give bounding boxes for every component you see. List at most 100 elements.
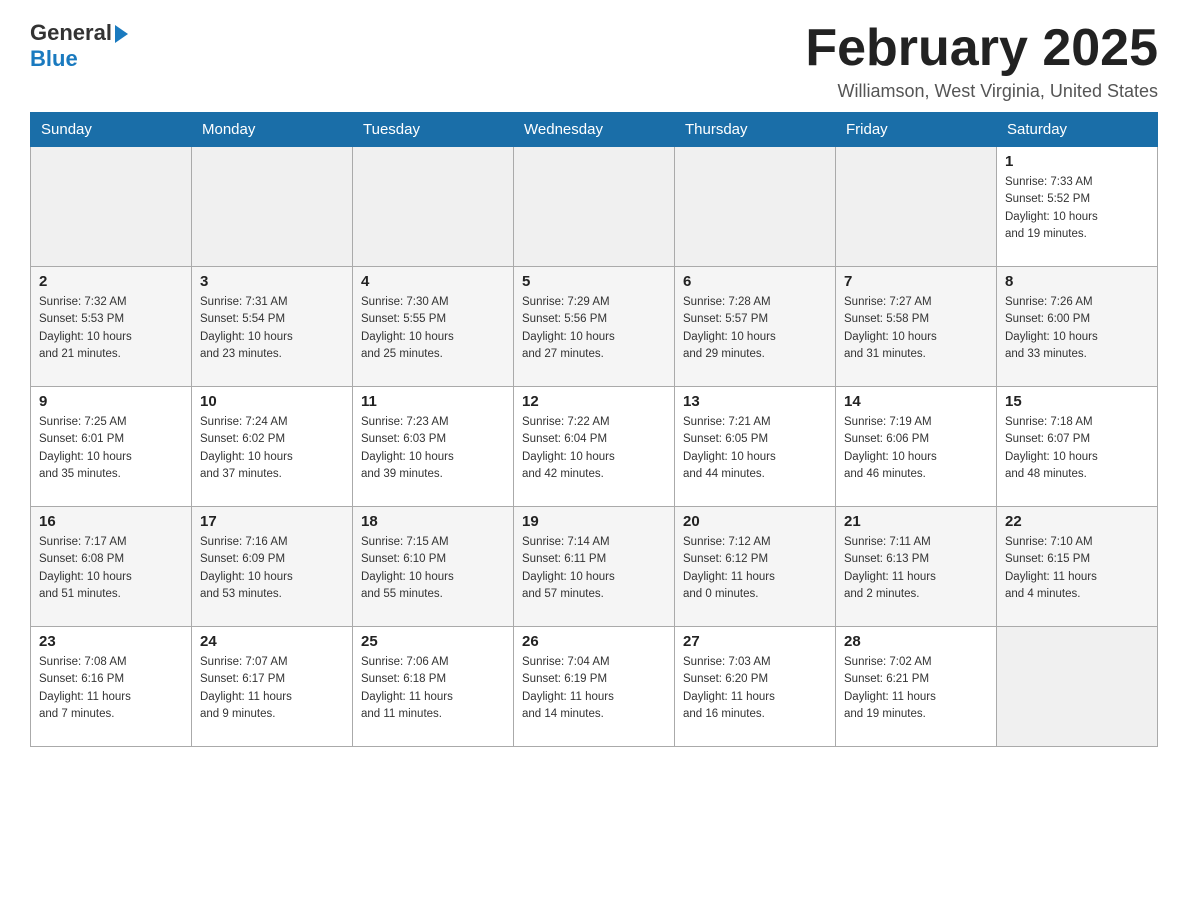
day-info: Sunrise: 7:33 AM Sunset: 5:52 PM Dayligh… bbox=[1005, 174, 1149, 243]
calendar-cell-w1d7: 1 Sunrise: 7:33 AM Sunset: 5:52 PM Daylig… bbox=[997, 147, 1158, 267]
day-info: Sunrise: 7:14 AM Sunset: 6:11 PM Dayligh… bbox=[522, 534, 666, 603]
calendar-cell-w1d2 bbox=[192, 147, 353, 267]
day-number: 6 bbox=[683, 273, 827, 290]
page-header: General Blue February 2025 Williamson, W… bbox=[30, 20, 1158, 102]
day-info: Sunrise: 7:29 AM Sunset: 5:56 PM Dayligh… bbox=[522, 294, 666, 363]
day-number: 7 bbox=[844, 273, 988, 290]
calendar-cell-w5d7 bbox=[997, 627, 1158, 747]
calendar-cell-w5d1: 23 Sunrise: 7:08 AM Sunset: 6:16 PM Dayli… bbox=[31, 627, 192, 747]
day-info: Sunrise: 7:28 AM Sunset: 5:57 PM Dayligh… bbox=[683, 294, 827, 363]
calendar-week-3: 9Sunrise: 7:25 AM Sunset: 6:01 PM Daylig… bbox=[31, 387, 1158, 507]
calendar-cell-w3d2: 10 Sunrise: 7:24 AM Sunset: 6:02 PM Dayli… bbox=[192, 387, 353, 507]
col-tuesday: Tuesday bbox=[353, 113, 514, 147]
calendar-cell-w4d7: 22 Sunrise: 7:10 AM Sunset: 6:15 PM Dayli… bbox=[997, 507, 1158, 627]
calendar-week-5: 23 Sunrise: 7:08 AM Sunset: 6:16 PM Dayli… bbox=[31, 627, 1158, 747]
day-number: 8 bbox=[1005, 273, 1149, 290]
calendar-cell-w1d5 bbox=[675, 147, 836, 267]
day-number: 23 bbox=[39, 633, 183, 650]
calendar-cell-w1d1 bbox=[31, 147, 192, 267]
day-info: Sunrise: 7:10 AM Sunset: 6:15 PM Dayligh… bbox=[1005, 534, 1149, 603]
calendar-week-2: 2 Sunrise: 7:32 AM Sunset: 5:53 PM Daylig… bbox=[31, 267, 1158, 387]
calendar-cell-w4d2: 17Sunrise: 7:16 AM Sunset: 6:09 PM Dayli… bbox=[192, 507, 353, 627]
calendar-cell-w1d3 bbox=[353, 147, 514, 267]
day-info: Sunrise: 7:32 AM Sunset: 5:53 PM Dayligh… bbox=[39, 294, 183, 363]
calendar-cell-w3d3: 11 Sunrise: 7:23 AM Sunset: 6:03 PM Dayli… bbox=[353, 387, 514, 507]
calendar-cell-w2d2: 3 Sunrise: 7:31 AM Sunset: 5:54 PM Daylig… bbox=[192, 267, 353, 387]
calendar-cell-w2d7: 8 Sunrise: 7:26 AM Sunset: 6:00 PM Daylig… bbox=[997, 267, 1158, 387]
day-info: Sunrise: 7:07 AM Sunset: 6:17 PM Dayligh… bbox=[200, 654, 344, 723]
month-title: February 2025 bbox=[805, 20, 1158, 77]
day-number: 16 bbox=[39, 513, 183, 530]
day-info: Sunrise: 7:22 AM Sunset: 6:04 PM Dayligh… bbox=[522, 414, 666, 483]
day-number: 25 bbox=[361, 633, 505, 650]
calendar-cell-w2d6: 7 Sunrise: 7:27 AM Sunset: 5:58 PM Daylig… bbox=[836, 267, 997, 387]
logo: General Blue bbox=[30, 20, 128, 73]
calendar-week-1: 1 Sunrise: 7:33 AM Sunset: 5:52 PM Daylig… bbox=[31, 147, 1158, 267]
day-number: 27 bbox=[683, 633, 827, 650]
day-number: 21 bbox=[844, 513, 988, 530]
day-info: Sunrise: 7:31 AM Sunset: 5:54 PM Dayligh… bbox=[200, 294, 344, 363]
calendar-header-row: Sunday Monday Tuesday Wednesday Thursday… bbox=[31, 113, 1158, 147]
day-info: Sunrise: 7:04 AM Sunset: 6:19 PM Dayligh… bbox=[522, 654, 666, 723]
calendar-cell-w2d4: 5 Sunrise: 7:29 AM Sunset: 5:56 PM Daylig… bbox=[514, 267, 675, 387]
day-number: 19 bbox=[522, 513, 666, 530]
day-number: 5 bbox=[522, 273, 666, 290]
day-number: 4 bbox=[361, 273, 505, 290]
calendar-cell-w4d4: 19 Sunrise: 7:14 AM Sunset: 6:11 PM Dayli… bbox=[514, 507, 675, 627]
calendar-cell-w4d3: 18Sunrise: 7:15 AM Sunset: 6:10 PM Dayli… bbox=[353, 507, 514, 627]
day-info: Sunrise: 7:18 AM Sunset: 6:07 PM Dayligh… bbox=[1005, 414, 1149, 483]
calendar-cell-w1d6 bbox=[836, 147, 997, 267]
calendar-cell-w5d6: 28 Sunrise: 7:02 AM Sunset: 6:21 PM Dayli… bbox=[836, 627, 997, 747]
calendar-cell-w1d4 bbox=[514, 147, 675, 267]
day-number: 11 bbox=[361, 393, 505, 410]
day-info: Sunrise: 7:30 AM Sunset: 5:55 PM Dayligh… bbox=[361, 294, 505, 363]
calendar-table: Sunday Monday Tuesday Wednesday Thursday… bbox=[30, 112, 1158, 747]
location: Williamson, West Virginia, United States bbox=[805, 81, 1158, 102]
day-number: 3 bbox=[200, 273, 344, 290]
day-info: Sunrise: 7:15 AM Sunset: 6:10 PM Dayligh… bbox=[361, 534, 505, 603]
calendar-cell-w3d6: 14Sunrise: 7:19 AM Sunset: 6:06 PM Dayli… bbox=[836, 387, 997, 507]
day-number: 15 bbox=[1005, 393, 1149, 410]
day-number: 20 bbox=[683, 513, 827, 530]
calendar-cell-w2d5: 6 Sunrise: 7:28 AM Sunset: 5:57 PM Daylig… bbox=[675, 267, 836, 387]
calendar-cell-w5d4: 26Sunrise: 7:04 AM Sunset: 6:19 PM Dayli… bbox=[514, 627, 675, 747]
calendar-cell-w2d1: 2 Sunrise: 7:32 AM Sunset: 5:53 PM Daylig… bbox=[31, 267, 192, 387]
calendar-cell-w5d2: 24 Sunrise: 7:07 AM Sunset: 6:17 PM Dayli… bbox=[192, 627, 353, 747]
day-info: Sunrise: 7:03 AM Sunset: 6:20 PM Dayligh… bbox=[683, 654, 827, 723]
day-info: Sunrise: 7:02 AM Sunset: 6:21 PM Dayligh… bbox=[844, 654, 988, 723]
calendar-cell-w4d1: 16 Sunrise: 7:17 AM Sunset: 6:08 PM Dayli… bbox=[31, 507, 192, 627]
day-info: Sunrise: 7:26 AM Sunset: 6:00 PM Dayligh… bbox=[1005, 294, 1149, 363]
day-number: 28 bbox=[844, 633, 988, 650]
col-thursday: Thursday bbox=[675, 113, 836, 147]
day-info: Sunrise: 7:23 AM Sunset: 6:03 PM Dayligh… bbox=[361, 414, 505, 483]
col-saturday: Saturday bbox=[997, 113, 1158, 147]
day-number: 10 bbox=[200, 393, 344, 410]
calendar-week-4: 16 Sunrise: 7:17 AM Sunset: 6:08 PM Dayli… bbox=[31, 507, 1158, 627]
day-info: Sunrise: 7:06 AM Sunset: 6:18 PM Dayligh… bbox=[361, 654, 505, 723]
day-number: 13 bbox=[683, 393, 827, 410]
day-number: 17 bbox=[200, 513, 344, 530]
day-info: Sunrise: 7:12 AM Sunset: 6:12 PM Dayligh… bbox=[683, 534, 827, 603]
col-wednesday: Wednesday bbox=[514, 113, 675, 147]
calendar-cell-w5d3: 25 Sunrise: 7:06 AM Sunset: 6:18 PM Dayli… bbox=[353, 627, 514, 747]
day-number: 2 bbox=[39, 273, 183, 290]
day-number: 24 bbox=[200, 633, 344, 650]
calendar-cell-w5d5: 27 Sunrise: 7:03 AM Sunset: 6:20 PM Dayli… bbox=[675, 627, 836, 747]
title-section: February 2025 Williamson, West Virginia,… bbox=[805, 20, 1158, 102]
day-info: Sunrise: 7:17 AM Sunset: 6:08 PM Dayligh… bbox=[39, 534, 183, 603]
day-info: Sunrise: 7:08 AM Sunset: 6:16 PM Dayligh… bbox=[39, 654, 183, 723]
day-info: Sunrise: 7:11 AM Sunset: 6:13 PM Dayligh… bbox=[844, 534, 988, 603]
day-info: Sunrise: 7:27 AM Sunset: 5:58 PM Dayligh… bbox=[844, 294, 988, 363]
day-info: Sunrise: 7:25 AM Sunset: 6:01 PM Dayligh… bbox=[39, 414, 183, 483]
day-info: Sunrise: 7:24 AM Sunset: 6:02 PM Dayligh… bbox=[200, 414, 344, 483]
calendar-cell-w3d4: 12Sunrise: 7:22 AM Sunset: 6:04 PM Dayli… bbox=[514, 387, 675, 507]
calendar-cell-w4d5: 20 Sunrise: 7:12 AM Sunset: 6:12 PM Dayli… bbox=[675, 507, 836, 627]
logo-blue-text: Blue bbox=[30, 46, 128, 72]
col-friday: Friday bbox=[836, 113, 997, 147]
calendar-cell-w2d3: 4 Sunrise: 7:30 AM Sunset: 5:55 PM Daylig… bbox=[353, 267, 514, 387]
day-number: 14 bbox=[844, 393, 988, 410]
col-monday: Monday bbox=[192, 113, 353, 147]
day-number: 22 bbox=[1005, 513, 1149, 530]
day-number: 1 bbox=[1005, 153, 1149, 170]
calendar-cell-w3d7: 15 Sunrise: 7:18 AM Sunset: 6:07 PM Dayli… bbox=[997, 387, 1158, 507]
